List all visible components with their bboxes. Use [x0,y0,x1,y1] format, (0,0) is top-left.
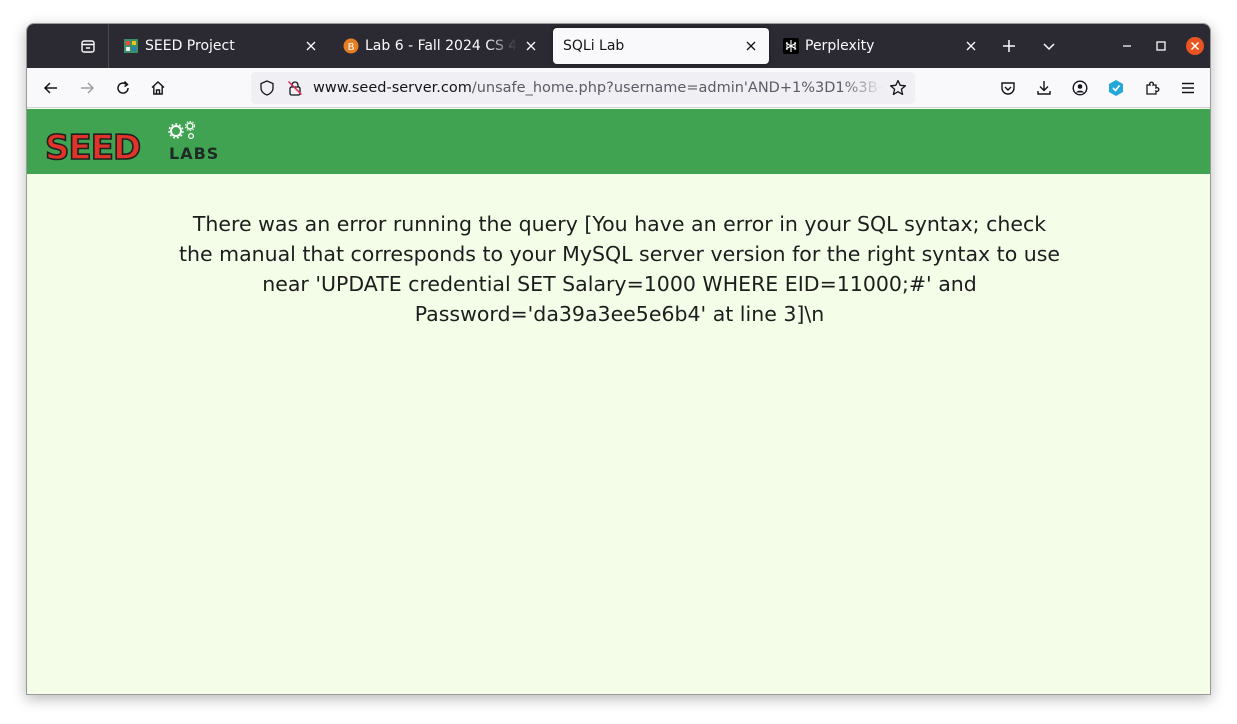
download-icon [1037,81,1051,95]
reload-button[interactable] [109,74,137,102]
browser-window: SEED Project B Lab 6 - Fall 2024 CS 4450… [26,23,1211,695]
perplexity-favicon-icon [783,38,799,54]
close-tab-icon[interactable] [521,36,541,56]
close-tab-icon[interactable] [741,36,761,56]
firefox-view-button[interactable] [27,24,109,68]
tab-strip: SEED Project B Lab 6 - Fall 2024 CS 4450… [27,24,1210,68]
tab-perplexity[interactable]: Perplexity [773,28,989,64]
close-window-button[interactable] [1183,34,1207,58]
pocket-button[interactable] [994,74,1022,102]
tab-title: Perplexity [805,38,875,54]
minimize-button[interactable] [1115,34,1139,58]
extensions-menu-button[interactable] [1138,74,1166,102]
reload-icon [117,80,129,94]
navigation-toolbar: www.seed-server.com/unsafe_home.php?user… [27,68,1210,108]
back-button[interactable] [37,74,65,102]
tab-sqli-lab[interactable]: SQLi Lab [553,28,769,64]
tab-seed-project[interactable]: SEED Project [113,28,329,64]
forward-arrow-icon [81,82,95,94]
firefox-view-icon [81,40,95,53]
close-tab-icon[interactable] [961,36,981,56]
maximize-button[interactable] [1149,34,1173,58]
canvas-favicon-icon: B [343,38,359,54]
hamburger-menu-icon [1182,82,1194,94]
maximize-icon [1156,41,1166,51]
sql-error-message: There was an error running the query [Yo… [178,212,1061,326]
page-content: SEED LABS There was an error running the… [27,109,1210,694]
tracking-protection-shield-icon[interactable] [259,80,275,100]
url-host: www.seed-server.com [313,80,472,96]
account-icon [1072,80,1088,96]
url-text[interactable]: www.seed-server.com/unsafe_home.php?user… [313,72,883,104]
close-window-icon [1186,37,1204,55]
list-all-tabs-button[interactable] [1037,34,1061,58]
back-arrow-icon [43,82,57,94]
new-tab-button[interactable] [997,34,1021,58]
logo-seed-text: SEED [45,128,140,163]
svg-text:B: B [348,42,355,53]
app-menu-button[interactable] [1174,74,1202,102]
forward-button[interactable] [73,74,101,102]
plus-icon [1003,40,1015,52]
puzzle-piece-icon [1146,81,1160,95]
downloads-button[interactable] [1030,74,1058,102]
seed-favicon-icon [123,38,139,54]
tab-title: SQLi Lab [563,38,625,54]
logo-labs-text: LABS [169,144,219,163]
gears-icon [168,120,196,140]
address-bar[interactable]: www.seed-server.com/unsafe_home.php?user… [251,72,915,104]
extension-cube-icon [1109,80,1123,96]
page-header: SEED LABS [27,109,1210,174]
close-tab-icon[interactable] [301,36,321,56]
home-icon [151,81,165,95]
account-button[interactable] [1066,74,1094,102]
tab-title: Lab 6 - Fall 2024 CS 4450 [365,38,517,54]
pocket-icon [1001,82,1015,95]
home-button[interactable] [144,74,172,102]
url-path: /unsafe_home.php?username=admin'AND+1%3D… [471,80,883,96]
extension-button[interactable] [1102,74,1130,102]
tab-title: SEED Project [145,38,235,54]
seed-labs-logo: SEED LABS [44,120,245,169]
tab-lab6[interactable]: B Lab 6 - Fall 2024 CS 4450 [333,28,549,64]
bookmark-star-icon[interactable] [889,79,907,101]
insecure-lock-icon[interactable] [287,80,303,100]
chevron-down-icon [1043,43,1055,51]
minimize-icon [1123,45,1131,47]
